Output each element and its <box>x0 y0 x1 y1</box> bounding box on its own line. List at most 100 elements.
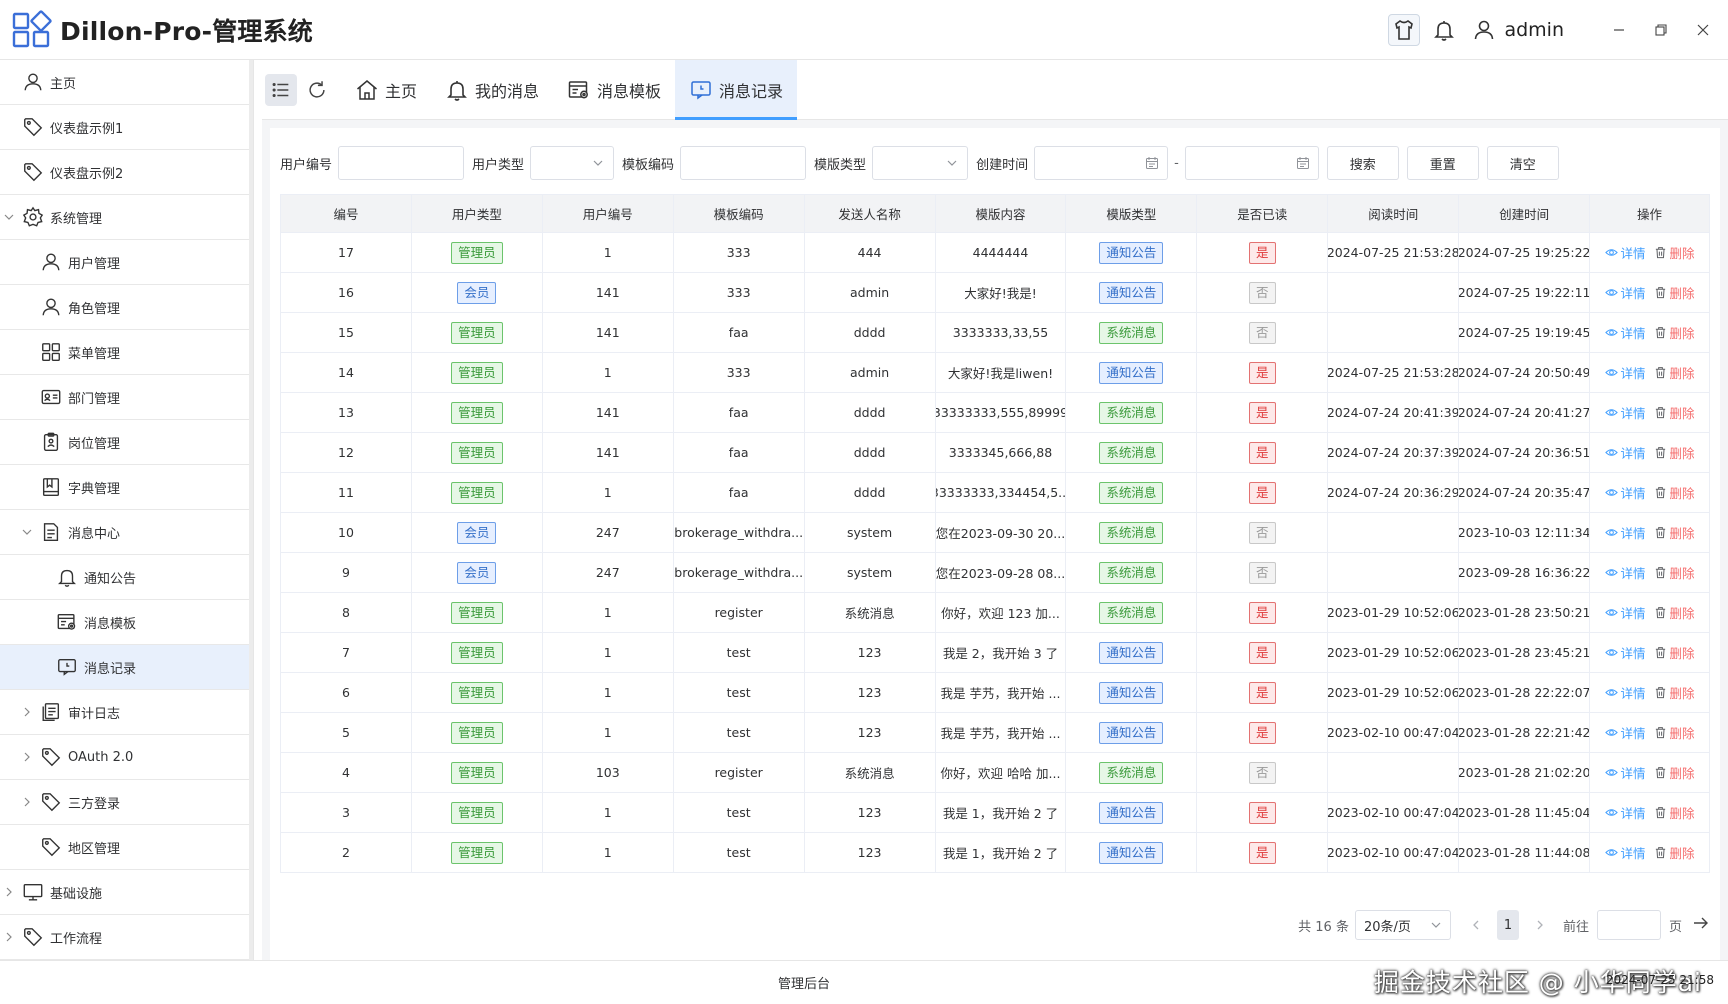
sidebar-item-message-templates[interactable]: 消息模板 <box>0 600 253 645</box>
user-type-tag: 管理员 <box>451 681 503 704</box>
menu-toggle-icon[interactable] <box>265 73 297 106</box>
table-cell: 103 <box>542 753 674 793</box>
template-type-tag: 通知公告 <box>1099 281 1164 304</box>
read-status-tag: 是 <box>1249 801 1276 824</box>
user-type-tag: 管理员 <box>451 321 503 344</box>
detail-button[interactable]: 详情 <box>1604 763 1646 782</box>
page-number-current[interactable]: 1 <box>1496 910 1519 940</box>
sidebar-item-message-records[interactable]: 消息记录 <box>0 645 253 690</box>
delete-button[interactable]: 删除 <box>1654 643 1695 662</box>
sidebar-item-menus[interactable]: 菜单管理 <box>0 330 253 375</box>
delete-button[interactable]: 删除 <box>1654 723 1695 742</box>
minimize-icon[interactable] <box>1604 15 1634 45</box>
user-name[interactable]: admin <box>1504 19 1564 41</box>
delete-button[interactable]: 删除 <box>1654 363 1695 382</box>
sidebar-item-message-center[interactable]: 消息中心 <box>0 510 253 555</box>
prev-page-icon[interactable] <box>1465 910 1487 940</box>
detail-button[interactable]: 详情 <box>1604 643 1646 662</box>
detail-button[interactable]: 详情 <box>1604 483 1646 502</box>
detail-button[interactable]: 详情 <box>1604 803 1646 822</box>
next-page-icon[interactable] <box>1529 910 1551 940</box>
table-cell: 2023-01-28 21:02:20 <box>1459 753 1591 793</box>
template-type-tag: 系统消息 <box>1099 601 1164 624</box>
created-end-date-input[interactable] <box>1184 146 1319 180</box>
delete-button[interactable]: 删除 <box>1654 243 1695 262</box>
detail-button[interactable]: 详情 <box>1604 723 1646 742</box>
detail-button[interactable]: 详情 <box>1604 323 1646 342</box>
sidebar-item-workflow[interactable]: 工作流程 <box>0 915 253 960</box>
sidebar-item-infrastructure[interactable]: 基础设施 <box>0 870 253 915</box>
sidebar-item-roles[interactable]: 角色管理 <box>0 285 253 330</box>
page-size-select[interactable]: 20条/页 <box>1354 910 1451 940</box>
sidebar-item-dictionary[interactable]: 字典管理 <box>0 465 253 510</box>
sidebar-item-dashboard-1[interactable]: 仪表盘示例1 <box>0 105 253 150</box>
sidebar-item-dashboard-2[interactable]: 仪表盘示例2 <box>0 150 253 195</box>
read-status-tag: 否 <box>1249 761 1276 784</box>
user-type-select[interactable] <box>530 146 615 180</box>
detail-button[interactable]: 详情 <box>1604 843 1646 862</box>
table-cell: 2023-01-29 10:52:06 <box>1328 593 1460 633</box>
tab-message-templates[interactable]: 消息模板 <box>553 60 675 120</box>
detail-button[interactable]: 详情 <box>1604 403 1646 422</box>
detail-button[interactable]: 详情 <box>1604 683 1646 702</box>
table-row: 9 会员 247 brokerage_withdra... system 您在2023-0… <box>281 553 1710 593</box>
delete-button[interactable]: 删除 <box>1654 443 1695 462</box>
sidebar-item-home[interactable]: 主页 <box>0 60 253 105</box>
tab-message-records[interactable]: 消息记录 <box>675 59 798 120</box>
delete-button[interactable]: 删除 <box>1654 523 1695 542</box>
delete-button[interactable]: 删除 <box>1654 283 1695 302</box>
tab-home[interactable]: 主页 <box>341 60 431 120</box>
delete-button[interactable]: 删除 <box>1654 403 1695 422</box>
notification-bell-icon[interactable] <box>1428 14 1460 46</box>
user-avatar-icon[interactable] <box>1468 14 1500 46</box>
sidebar-item-regions[interactable]: 地区管理 <box>0 825 253 870</box>
sidebar-item-system[interactable]: 系统管理 <box>0 195 253 240</box>
sidebar-item-oauth[interactable]: OAuth 2.0 <box>0 735 253 780</box>
sidebar-item-users[interactable]: 用户管理 <box>0 240 253 285</box>
delete-button[interactable]: 删除 <box>1654 603 1695 622</box>
theme-shirt-icon[interactable] <box>1388 14 1421 46</box>
template-type-tag: 系统消息 <box>1099 401 1164 424</box>
restore-icon[interactable] <box>1646 15 1676 45</box>
table-cell: 系统消息 <box>1066 513 1198 553</box>
detail-button[interactable]: 详情 <box>1604 283 1646 302</box>
detail-button[interactable]: 详情 <box>1604 443 1646 462</box>
reset-button[interactable]: 重置 <box>1406 146 1479 180</box>
sidebar-item-audit-log[interactable]: 审计日志 <box>0 690 253 735</box>
delete-button[interactable]: 删除 <box>1654 483 1695 502</box>
sidebar-item-departments[interactable]: 部门管理 <box>0 375 253 420</box>
created-start-date-input[interactable] <box>1034 146 1169 180</box>
detail-button[interactable]: 详情 <box>1604 563 1646 582</box>
log-icon <box>40 701 62 723</box>
delete-button[interactable]: 删除 <box>1654 323 1695 342</box>
table-cell: 会员 <box>411 553 543 593</box>
close-icon[interactable] <box>1688 15 1718 45</box>
trash-icon <box>1655 247 1665 259</box>
goto-page-input[interactable] <box>1596 910 1661 940</box>
clear-button[interactable]: 清空 <box>1486 146 1559 180</box>
eye-icon <box>1604 569 1618 576</box>
detail-button[interactable]: 详情 <box>1604 523 1646 542</box>
sidebar-item-announcements[interactable]: 通知公告 <box>0 555 253 600</box>
delete-button[interactable]: 删除 <box>1654 803 1695 822</box>
table-cell: 管理员 <box>411 353 543 393</box>
delete-button[interactable]: 删除 <box>1654 763 1695 782</box>
app-window: Dillon-Pro-管理系统 admin 主页 仪表盘示例1 仪表盘示例2 系… <box>0 0 1728 1004</box>
detail-button[interactable]: 详情 <box>1604 603 1646 622</box>
detail-button[interactable]: 详情 <box>1604 363 1646 382</box>
tab-my-messages[interactable]: 我的消息 <box>431 60 553 120</box>
sidebar-item-positions[interactable]: 岗位管理 <box>0 420 253 465</box>
detail-button[interactable]: 详情 <box>1604 243 1646 262</box>
user-type-tag: 管理员 <box>451 361 503 384</box>
template-type-select[interactable] <box>872 146 969 180</box>
refresh-icon[interactable] <box>301 74 333 106</box>
template-code-input[interactable] <box>680 146 807 180</box>
arrow-right-icon[interactable] <box>1692 914 1710 936</box>
delete-button[interactable]: 删除 <box>1654 683 1695 702</box>
search-button[interactable]: 搜索 <box>1326 146 1399 180</box>
delete-button[interactable]: 删除 <box>1654 843 1695 862</box>
table-cell: 2023-01-28 22:22:07 <box>1459 673 1591 713</box>
delete-button[interactable]: 删除 <box>1654 563 1695 582</box>
sidebar-item-third-party-login[interactable]: 三方登录 <box>0 780 253 825</box>
user-id-input[interactable] <box>338 146 465 180</box>
